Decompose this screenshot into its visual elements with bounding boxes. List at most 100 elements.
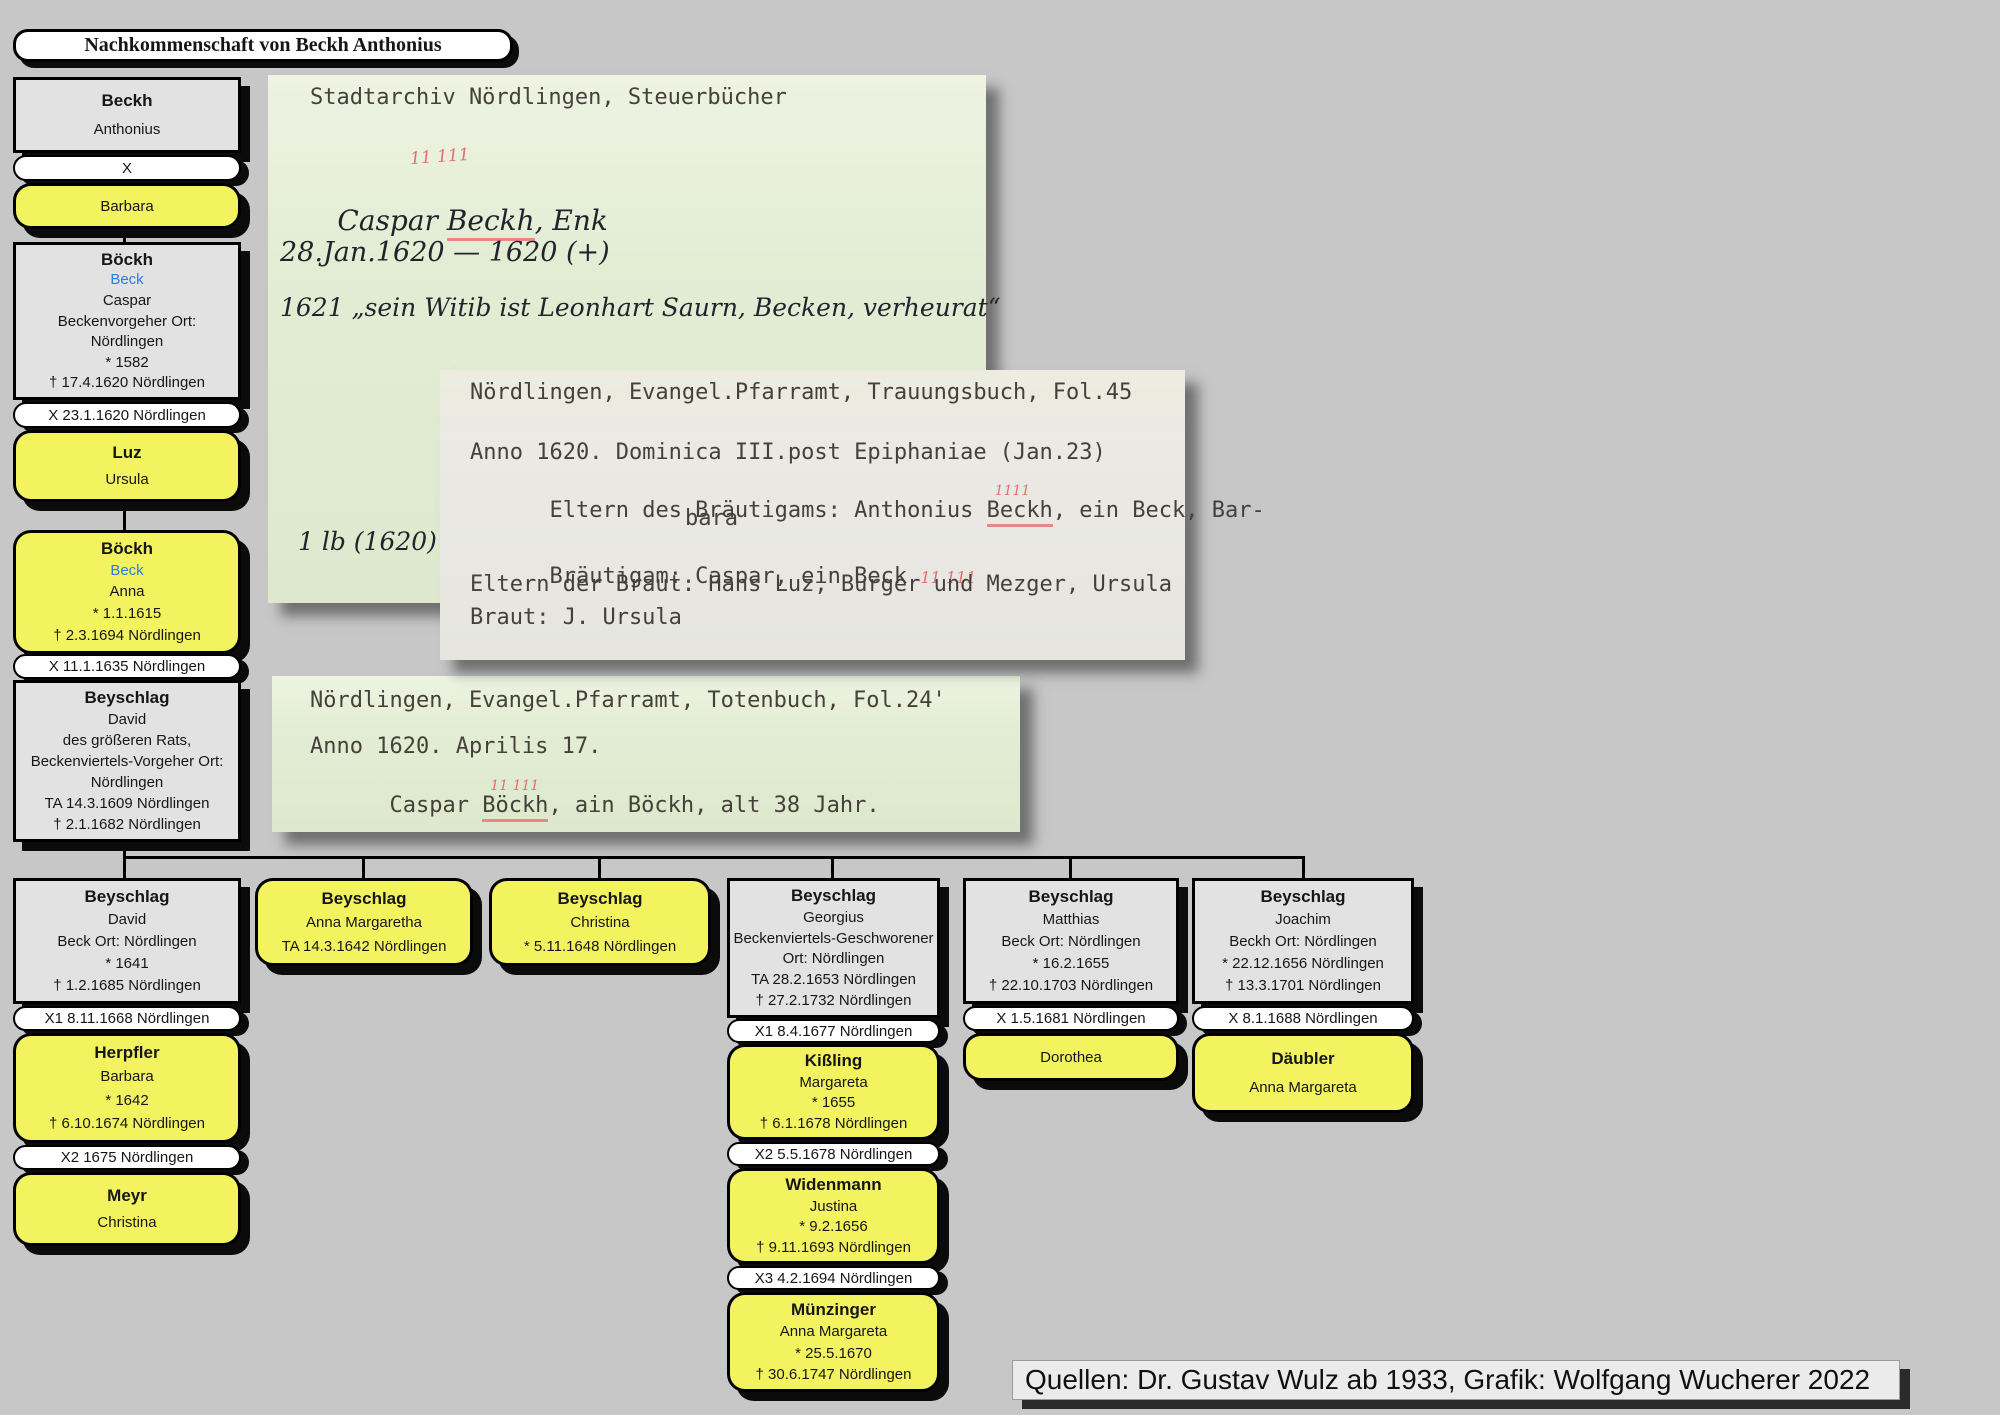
person-surname: Beyschlag (791, 886, 876, 906)
marriage-label: X 8.1.1688 Nördlingen (1228, 1010, 1377, 1027)
person-birth: TA 14.3.1609 Nördlingen (45, 794, 210, 813)
marriage-pill[interactable]: X 1.5.1681 Nördlingen (963, 1006, 1179, 1031)
person-given-name: Georgius (803, 908, 864, 927)
person-death: † 6.10.1674 Nördlingen (49, 1114, 205, 1133)
person-box-beyschlag-georgius[interactable]: Beyschlag Georgius Beckenviertels-Geschw… (727, 878, 940, 1018)
person-surname: Beyschlag (1028, 887, 1113, 907)
person-surname: Beyschlag (321, 889, 406, 909)
person-box-daeubler-anna-margareta[interactable]: Däubler Anna Margareta (1192, 1033, 1414, 1113)
person-surname: Beckh (101, 91, 152, 111)
person-surname: Widenmann (785, 1175, 881, 1195)
connector-line (123, 842, 126, 878)
person-birth: * 1642 (105, 1091, 148, 1110)
person-given-name: Barbara (100, 197, 153, 216)
document-text: Caspar (389, 793, 482, 818)
person-box-beyschlag-matthias[interactable]: Beyschlag Matthias Beck Ort: Nördlingen … (963, 878, 1179, 1004)
person-given-name: Caspar (103, 291, 151, 310)
marriage-pill[interactable]: X 8.1.1688 Nördlingen (1192, 1006, 1414, 1031)
person-occupation: Beckh Ort: Nördlingen (1229, 932, 1377, 951)
marriage-pill[interactable]: X2 1675 Nördlingen (13, 1145, 241, 1170)
person-given-name: Ursula (105, 470, 148, 489)
marriage-pill[interactable]: X3 4.2.1694 Nördlingen (727, 1266, 940, 1290)
person-birth: * 22.12.1656 Nördlingen (1222, 954, 1384, 973)
person-birth: * 25.5.1670 (795, 1344, 872, 1363)
person-box-beyschlag-christina[interactable]: Beyschlag Christina * 5.11.1648 Nördling… (489, 878, 711, 966)
marriage-pill[interactable]: X 11.1.1635 Nördlingen (13, 654, 241, 679)
person-surname: Kißling (805, 1051, 863, 1071)
document-totenbuch: Nördlingen, Evangel.Pfarramt, Totenbuch,… (272, 676, 1020, 832)
document-line: Eltern des Bräutigams: Anthonius Beckh11… (470, 473, 1265, 548)
descendant-chart: Nachkommenschaft von Beckh Anthonius Sta… (0, 0, 2000, 1415)
underlined-name: Böckh11 111 (482, 793, 548, 822)
marriage-label: X1 8.11.1668 Nördlingen (45, 1010, 210, 1027)
connector-line (362, 856, 365, 878)
handwritten-margin-note: 1 lb (1620) (298, 527, 437, 556)
person-box-beyschlag-anna-margaretha[interactable]: Beyschlag Anna Margaretha TA 14.3.1642 N… (255, 878, 473, 966)
person-given-name: Christina (570, 913, 629, 932)
document-title: Nördlingen, Evangel.Pfarramt, Totenbuch,… (310, 688, 946, 713)
person-surname: Beyschlag (84, 887, 169, 907)
person-given-name: Anna Margaretha (306, 913, 422, 932)
person-box-barbara[interactable]: Barbara (13, 183, 241, 229)
person-death: † 6.1.1678 Nördlingen (760, 1114, 908, 1133)
person-birth: * 5.11.1648 Nördlingen (524, 937, 676, 956)
document-title: Nördlingen, Evangel.Pfarramt, Trauungsbu… (470, 380, 1132, 405)
person-death: † 1.2.1685 Nördlingen (53, 976, 201, 995)
person-box-boeckh-caspar[interactable]: Böckh Beck Caspar Beckenvorgeher Ort: Nö… (13, 242, 241, 400)
person-place: Nördlingen (91, 332, 164, 351)
person-surname: Böckh (101, 539, 153, 559)
person-box-dorothea[interactable]: Dorothea (963, 1033, 1179, 1081)
person-given-name: Anna (109, 582, 144, 601)
document-line: Anno 1620. Aprilis 17. (310, 734, 601, 759)
marriage-pill[interactable]: X1 8.11.1668 Nördlingen (13, 1006, 241, 1031)
person-given-name: David (108, 910, 146, 929)
marriage-pill[interactable]: X2 5.5.1678 Nördlingen (727, 1142, 940, 1166)
person-box-luz-ursula[interactable]: Luz Ursula (13, 430, 241, 502)
person-given-name: Barbara (100, 1067, 153, 1086)
person-surname: Luz (112, 443, 141, 463)
person-box-meyr-christina[interactable]: Meyr Christina (13, 1172, 241, 1246)
marriage-label: X2 5.5.1678 Nördlingen (755, 1146, 913, 1163)
source-note-box: Quellen: Dr. Gustav Wulz ab 1933, Grafik… (1012, 1360, 1900, 1400)
person-birth: * 1582 (105, 353, 148, 372)
document-line: Eltern der Braut: Hans Luz, Burger und M… (470, 572, 1172, 597)
person-box-boeckh-anna[interactable]: Böckh Beck Anna * 1.1.1615 † 2.3.1694 Nö… (13, 530, 241, 654)
connector-line (598, 856, 601, 878)
person-given-name: Anthonius (94, 120, 161, 139)
person-death: † 22.10.1703 Nördlingen (989, 976, 1153, 995)
person-surname: Beyschlag (84, 688, 169, 708)
connector-line (831, 856, 834, 878)
person-box-beckh-anthonius[interactable]: Beckh Anthonius (13, 77, 241, 153)
person-given-name: Dorothea (1040, 1048, 1102, 1067)
person-box-muenzinger-anna-margareta[interactable]: Münzinger Anna Margareta * 25.5.1670 † 3… (727, 1292, 940, 1392)
connector-line (1069, 856, 1072, 878)
person-box-beyschlag-joachim[interactable]: Beyschlag Joachim Beckh Ort: Nördlingen … (1192, 878, 1414, 1004)
person-occupation: Beckenviertels-Vorgeher Ort: (31, 752, 224, 771)
person-box-herpfler-barbara[interactable]: Herpfler Barbara * 1642 † 6.10.1674 Nörd… (13, 1033, 241, 1143)
person-given-name: Justina (810, 1197, 858, 1216)
person-box-kissling-margareta[interactable]: Kißling Margareta * 1655 † 6.1.1678 Nörd… (727, 1044, 940, 1140)
document-title: Stadtarchiv Nördlingen, Steuerbücher (310, 85, 787, 110)
chart-title-box: Nachkommenschaft von Beckh Anthonius (13, 29, 513, 62)
person-given-name: Joachim (1275, 910, 1331, 929)
marriage-pill[interactable]: X 23.1.1620 Nördlingen (13, 402, 241, 428)
document-trauungsbuch: Nördlingen, Evangel.Pfarramt, Trauungsbu… (440, 370, 1185, 660)
person-box-beyschlag-david-sr[interactable]: Beyschlag David des größeren Rats, Becke… (13, 680, 241, 842)
person-given-name: Matthias (1043, 910, 1100, 929)
person-box-beyschlag-david[interactable]: Beyschlag David Beck Ort: Nördlingen * 1… (13, 878, 241, 1004)
marriage-pill[interactable]: X (13, 155, 241, 181)
person-birth: TA 28.2.1653 Nördlingen (751, 970, 916, 989)
person-birth: TA 14.3.1642 Nördlingen (282, 937, 447, 956)
red-annotation: 1111 (995, 483, 1031, 499)
person-occupation: Beck Ort: Nördlingen (57, 932, 196, 951)
marriage-label: X 23.1.1620 Nördlingen (48, 407, 206, 424)
handwritten-note: 1621 „sein Witib ist Leonhart Saurn, Bec… (280, 293, 1000, 322)
person-death: † 2.3.1694 Nördlingen (53, 626, 201, 645)
person-birth: * 1641 (105, 954, 148, 973)
marriage-pill[interactable]: X1 8.4.1677 Nördlingen (727, 1019, 940, 1043)
person-surname: Münzinger (791, 1300, 876, 1320)
person-surname: Beyschlag (1260, 887, 1345, 907)
source-note: Quellen: Dr. Gustav Wulz ab 1933, Grafik… (1025, 1364, 1870, 1396)
person-birth: * 1.1.1615 (93, 604, 161, 623)
person-box-widenmann-justina[interactable]: Widenmann Justina * 9.2.1656 † 9.11.1693… (727, 1168, 940, 1264)
